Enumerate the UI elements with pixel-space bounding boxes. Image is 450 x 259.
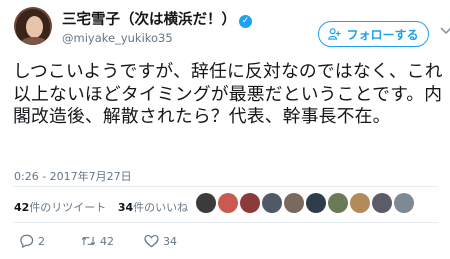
retweet-count: 42 (100, 234, 114, 248)
user-handle[interactable]: @miyake_yukiko35 (62, 31, 322, 45)
liker-avatar[interactable] (284, 193, 304, 213)
display-name[interactable]: 三宅雪子（次は横浜だ！） (62, 12, 236, 28)
avatar-shoulder (20, 37, 48, 45)
display-name-row[interactable]: 三宅雪子（次は横浜だ！） ✓ (62, 8, 322, 29)
retweets-stat[interactable]: 42件のリツイート (14, 201, 106, 214)
tweet-text: しつこいようですが、辞任に反対なのではなく、これ以上ないほどタイミングが最悪だと… (13, 61, 443, 127)
avatar-face (26, 16, 43, 38)
divider (13, 186, 438, 187)
tweet-timestamp[interactable]: 0:26 - 2017年7月27日 (14, 168, 132, 184)
reply-count: 2 (38, 234, 45, 248)
reply-icon (20, 234, 34, 248)
divider (13, 222, 438, 223)
user-info: 三宅雪子（次は横浜だ！） ✓ @miyake_yukiko35 (62, 8, 322, 45)
follow-button-label: フォローする (346, 27, 419, 42)
heart-icon (144, 234, 159, 248)
chevron-down-icon[interactable] (438, 22, 450, 38)
liker-avatars (196, 193, 436, 215)
likes-count: 34 (117, 201, 134, 214)
liker-avatar[interactable] (372, 193, 392, 213)
likes-label: 件のいいね (133, 201, 189, 214)
liker-avatar[interactable] (306, 193, 326, 213)
liker-avatar[interactable] (394, 193, 414, 213)
follow-button[interactable]: フォローする (318, 21, 429, 47)
tweet-header: 三宅雪子（次は横浜だ！） ✓ @miyake_yukiko35 フォローする (14, 7, 450, 47)
liker-avatar[interactable] (262, 193, 282, 213)
liker-avatar[interactable] (350, 193, 370, 213)
reply-action[interactable]: 2 (19, 234, 45, 248)
liker-avatar[interactable] (328, 193, 348, 213)
liker-avatar[interactable] (240, 193, 260, 213)
tweet-stats: 42件のリツイート 34件のいいね (14, 199, 196, 215)
retweet-icon (81, 236, 96, 246)
liker-avatar[interactable] (196, 193, 216, 213)
retweets-count: 42 (14, 201, 30, 214)
retweets-label: 件のリツイート (29, 201, 107, 214)
liker-avatar[interactable] (218, 193, 238, 213)
tweet-card: 三宅雪子（次は横浜だ！） ✓ @miyake_yukiko35 フォローする しつ… (0, 0, 450, 259)
likes-stat[interactable]: 34件のいいね (118, 201, 188, 214)
add-user-icon (328, 28, 341, 40)
tweet-actions: 2 42 34 (19, 234, 199, 250)
retweet-action[interactable]: 42 (81, 234, 114, 248)
like-action[interactable]: 34 (144, 234, 177, 248)
avatar[interactable] (14, 7, 52, 45)
verified-badge-icon: ✓ (239, 15, 252, 28)
like-count: 34 (163, 234, 177, 248)
